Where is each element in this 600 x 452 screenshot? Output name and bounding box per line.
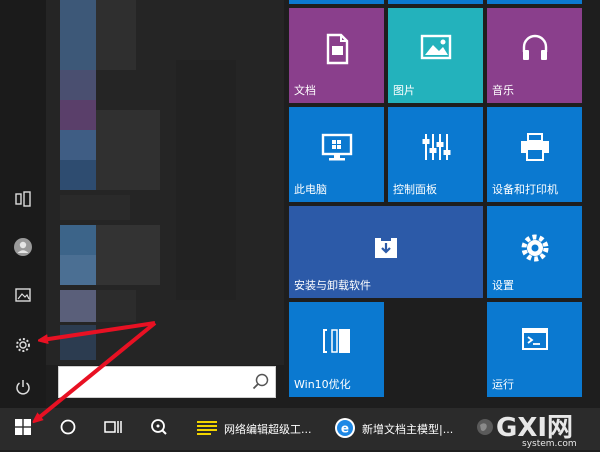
tile-install-uninstall[interactable]: 安装与卸载软件 bbox=[289, 206, 483, 298]
taskbar-app-browser[interactable]: e 新增文档主模型|... bbox=[334, 412, 462, 446]
tile-label: 图片 bbox=[393, 84, 415, 97]
tablet-mode-icon[interactable] bbox=[10, 186, 36, 212]
search-taskbar-button[interactable] bbox=[136, 408, 182, 450]
tile-this-pc[interactable]: 此电脑 bbox=[289, 107, 384, 202]
tile-music[interactable]: 音乐 bbox=[487, 8, 582, 103]
optimize-icon bbox=[321, 326, 353, 362]
start-menu: 文档 图片 音乐 此电脑 控制面板 设备和打印机 安装与卸载软件 设置 Win1… bbox=[0, 0, 600, 408]
search-taskbar-icon bbox=[149, 417, 169, 441]
tile-settings[interactable]: 设置 bbox=[487, 206, 582, 298]
settings-gear-icon[interactable] bbox=[10, 332, 36, 358]
tile-label: 设置 bbox=[492, 279, 514, 292]
task-view-button[interactable] bbox=[90, 408, 136, 450]
browser-e-icon: e bbox=[334, 417, 356, 442]
printer-icon bbox=[518, 131, 552, 167]
tile-run[interactable]: 运行 bbox=[487, 302, 582, 397]
user-icon[interactable] bbox=[10, 234, 36, 260]
app-list-blurred bbox=[46, 0, 284, 365]
start-left-rail bbox=[0, 0, 46, 408]
picture-icon bbox=[419, 32, 453, 68]
svg-text:e: e bbox=[341, 421, 349, 435]
start-button[interactable] bbox=[0, 408, 46, 450]
document-icon bbox=[322, 32, 352, 68]
search-box[interactable] bbox=[58, 366, 276, 398]
tile-partial[interactable] bbox=[388, 0, 483, 4]
taskbar-app-label: 新增文档主模型|... bbox=[362, 423, 454, 436]
taskbar-app-label: 网络编辑超级工... bbox=[224, 423, 312, 436]
tile-label: 设备和打印机 bbox=[492, 183, 558, 196]
install-box-icon bbox=[372, 234, 400, 270]
tile-devices-printers[interactable]: 设备和打印机 bbox=[487, 107, 582, 202]
watermark-subtext: system.com bbox=[522, 439, 577, 448]
taskbar-app-notepad[interactable]: 网络编辑超级工... bbox=[196, 412, 324, 446]
tile-documents[interactable]: 文档 bbox=[289, 8, 384, 103]
pictures-folder-icon[interactable] bbox=[10, 282, 36, 308]
notepad-icon bbox=[196, 419, 218, 440]
tile-label: Win10优化 bbox=[294, 378, 351, 391]
tile-label: 运行 bbox=[492, 378, 514, 391]
tile-win10-optimize[interactable]: Win10优化 bbox=[289, 302, 384, 397]
run-icon bbox=[520, 326, 550, 362]
tile-label: 文档 bbox=[294, 84, 316, 97]
power-icon[interactable] bbox=[10, 374, 36, 400]
tile-label: 音乐 bbox=[492, 84, 514, 97]
watermark-logo: GXI网 system.com bbox=[496, 408, 596, 449]
computer-icon bbox=[320, 131, 354, 167]
cortana-button[interactable] bbox=[46, 408, 90, 450]
tile-label: 安装与卸载软件 bbox=[294, 279, 371, 292]
tile-label: 此电脑 bbox=[294, 183, 327, 196]
tile-partial[interactable] bbox=[487, 0, 582, 4]
tile-control-panel[interactable]: 控制面板 bbox=[388, 107, 483, 202]
windows-logo-icon bbox=[14, 418, 32, 440]
headphones-icon bbox=[519, 32, 551, 68]
tile-pictures[interactable]: 图片 bbox=[388, 8, 483, 103]
cortana-circle-icon bbox=[59, 418, 77, 440]
tile-label: 控制面板 bbox=[393, 183, 437, 196]
gear-icon bbox=[519, 232, 551, 268]
search-input[interactable] bbox=[59, 367, 260, 397]
tile-partial[interactable] bbox=[289, 0, 384, 4]
control-panel-icon bbox=[419, 131, 453, 167]
globe-icon bbox=[475, 417, 495, 441]
search-icon[interactable] bbox=[251, 372, 271, 392]
task-view-icon bbox=[103, 418, 123, 440]
